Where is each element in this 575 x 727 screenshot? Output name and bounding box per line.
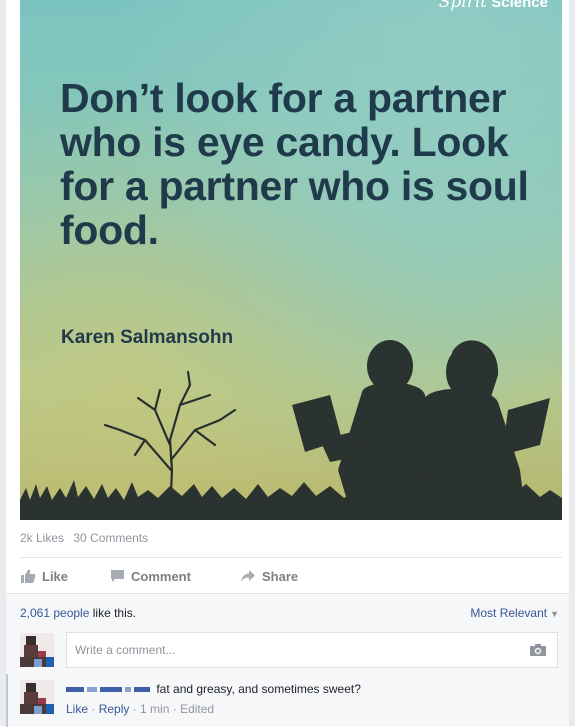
- comment-edited-link[interactable]: Edited: [180, 702, 214, 716]
- comment-body: fat and greasy, and sometimes sweet?: [66, 682, 361, 696]
- comment-text: fat and greasy, and sometimes sweet?: [156, 682, 361, 696]
- commenter-avatar[interactable]: [20, 680, 54, 714]
- share-arrow-icon: [241, 570, 255, 582]
- likes-summary-suffix: like this.: [89, 606, 137, 620]
- camera-icon[interactable]: [529, 643, 547, 657]
- comment-label: Comment: [131, 568, 191, 584]
- likers-link[interactable]: 2,061 people: [20, 606, 89, 620]
- comment-item: fat and greasy, and sometimes sweet? Lik…: [6, 674, 569, 727]
- comment-button[interactable]: Comment: [110, 566, 191, 586]
- sort-comments-dropdown[interactable]: Most Relevant ▼: [470, 606, 559, 620]
- comment-icon: [111, 570, 124, 582]
- couple-silhouette: [292, 340, 550, 510]
- share-label: Share: [262, 568, 299, 584]
- current-user-avatar[interactable]: [20, 633, 54, 667]
- likes-count[interactable]: 2k Likes: [20, 531, 64, 545]
- comment-composer[interactable]: [66, 632, 558, 668]
- divider: [20, 557, 562, 558]
- like-button[interactable]: Like: [20, 566, 68, 586]
- engagement-stats: 2k Likes 30 Comments: [20, 531, 154, 545]
- facebook-post: Spirit Science Don’t look for a partner …: [0, 0, 575, 727]
- reading-couple-silhouette: [20, 340, 562, 520]
- comments-section: 2,061 people like this. Most Relevant▼: [6, 593, 569, 727]
- share-button[interactable]: Share: [240, 566, 298, 586]
- sort-label: Most Relevant: [470, 606, 548, 620]
- caret-down-icon: ▼: [550, 609, 559, 619]
- comment-meta: Like · Reply · 1 min · Edited: [66, 702, 215, 716]
- page-gutter-right: [569, 0, 575, 726]
- comment-reply-link[interactable]: Reply: [99, 702, 130, 716]
- likes-summary: 2,061 people like this.: [20, 606, 136, 620]
- comments-count[interactable]: 30 Comments: [73, 531, 148, 545]
- comment-highlight-bar: [6, 674, 8, 727]
- redacted-name[interactable]: [66, 687, 84, 693]
- comment-time[interactable]: 1 min: [140, 702, 169, 716]
- thumbs-up-icon: [21, 569, 36, 583]
- like-label: Like: [42, 568, 69, 584]
- comment-input[interactable]: [67, 633, 515, 667]
- comment-like-link[interactable]: Like: [66, 702, 88, 716]
- post-image[interactable]: Spirit Science Don’t look for a partner …: [20, 0, 562, 520]
